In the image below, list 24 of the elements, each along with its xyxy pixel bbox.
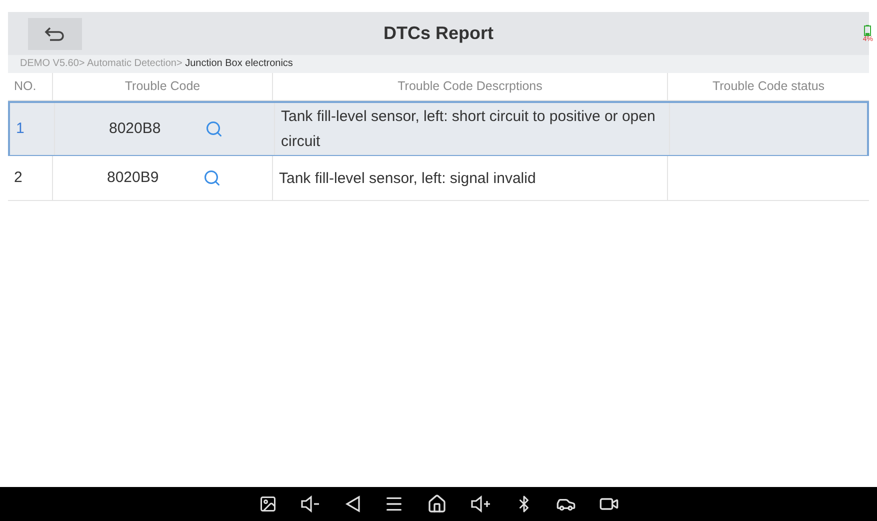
column-header: Trouble Code status — [667, 73, 869, 100]
table-row[interactable]: 1 8020B8 Tank fill-level sensor, left: short circuit to positive or open circuit — [8, 101, 869, 156]
table-cell-text: 8020B8 — [109, 118, 161, 139]
table-row[interactable]: 2 8020B9 Tank fill-level sensor, left: signal invalid — [8, 156, 869, 201]
table-cell-text: 8020B9 — [107, 168, 159, 188]
column-header: Trouble Code Descrptions — [272, 73, 667, 100]
table-cell: Tank fill-level sensor, left: short circuit to positive or open circuit — [274, 103, 669, 155]
battery-icon — [864, 24, 872, 36]
column-header: NO. — [13, 78, 38, 96]
back-icon — [44, 26, 66, 42]
screenshot-icon[interactable] — [258, 495, 276, 513]
home-icon[interactable] — [426, 494, 446, 514]
search-icon[interactable] — [202, 169, 221, 187]
table-cell-text: 2 — [13, 168, 24, 188]
table-cell: Tank fill-level sensor, left: signal invalid — [272, 156, 667, 200]
table-cell-text: 1 — [15, 118, 26, 139]
column-header: Trouble Code — [52, 73, 272, 100]
volume-down-icon[interactable] — [300, 494, 322, 514]
breadcrumb: DEMO V5.60> Automatic Detection> Junction Box electronics — [8, 55, 869, 73]
search-icon[interactable] — [204, 120, 223, 138]
window-title: DTCs Report — [384, 22, 494, 45]
back-button[interactable] — [28, 18, 82, 50]
volume-up-icon[interactable] — [470, 494, 492, 514]
back-icon[interactable] — [344, 495, 360, 513]
